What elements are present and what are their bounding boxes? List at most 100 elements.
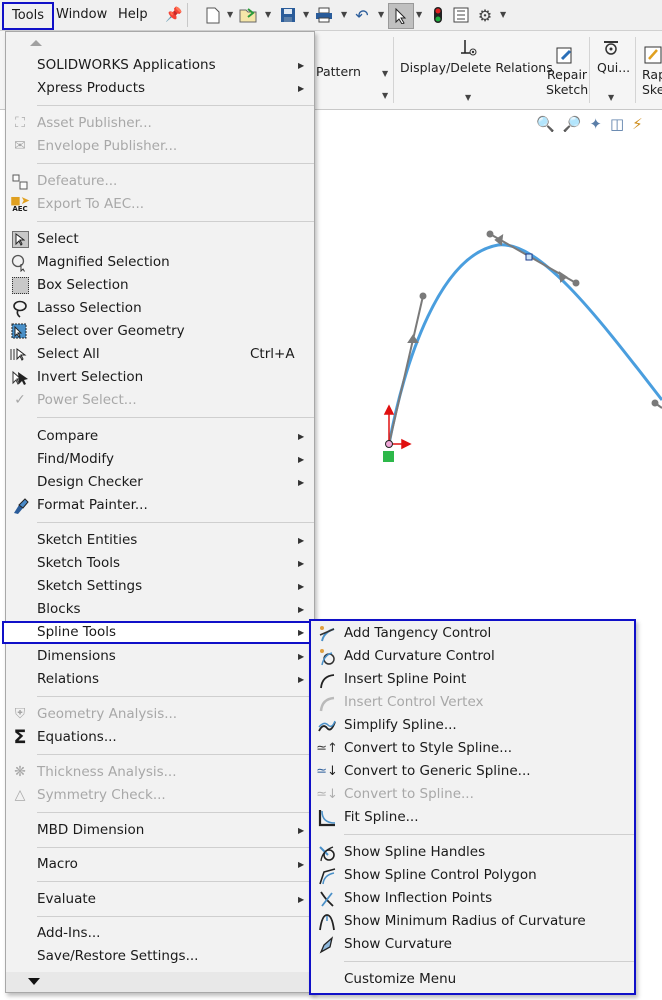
submenu-item-customize-menu[interactable]: Customize Menu (311, 968, 634, 991)
menu-item-label: Lasso Selection (37, 300, 142, 316)
spline-tools-submenu: Add Tangency Control Add Curvature Contr… (309, 619, 636, 995)
menu-item-asset-publisher[interactable]: ⛶ Asset Publisher... (6, 112, 314, 135)
menu-separator (37, 417, 314, 418)
menu-item-label: Thickness Analysis... (37, 764, 177, 780)
submenu-arrow-icon: ▶ (298, 628, 305, 637)
menu-item-export-to-aec[interactable]: ■➤ AEC Export To AEC... (6, 193, 314, 216)
submenu-item-fit-spline[interactable]: Fit Spline... (311, 806, 634, 829)
thickness-analysis-icon: ❋ (14, 764, 26, 780)
menu-item-select[interactable]: Select (6, 228, 314, 251)
origin-fixed-marker (383, 451, 394, 462)
menu-item-sketch-settings[interactable]: Sketch Settings ▶ (6, 575, 314, 598)
submenu-arrow-icon: ▶ (298, 455, 305, 464)
submenu-item-show-spline-control-polygon[interactable]: Show Spline Control Polygon (311, 864, 634, 887)
scroll-up-arrow-icon[interactable] (30, 40, 42, 46)
menu-item-blocks[interactable]: Blocks ▶ (6, 598, 314, 621)
menu-item-label: Magnified Selection (37, 254, 170, 270)
submenu-item-show-minimum-radius[interactable]: Show Minimum Radius of Curvature (311, 910, 634, 933)
menu-item-label: Invert Selection (37, 369, 144, 385)
submenu-item-insert-spline-point[interactable]: Insert Spline Point (311, 668, 634, 691)
box-selection-icon (10, 276, 30, 295)
format-painter-icon (10, 496, 30, 515)
menu-item-design-checker[interactable]: Design Checker ▶ (6, 471, 314, 494)
submenu-separator (344, 834, 634, 835)
symmetry-check-icon: △ (14, 787, 26, 803)
menu-item-equations[interactable]: Σ Equations... (6, 726, 314, 749)
menu-item-label: Xpress Products (37, 80, 146, 96)
menu-item-save-restore-settings[interactable]: Save/Restore Settings... (6, 945, 314, 968)
menu-item-xpress-products[interactable]: Xpress Products ▶ (6, 77, 314, 100)
menu-item-compare[interactable]: Compare ▶ (6, 425, 314, 448)
submenu-arrow-icon: ▶ (298, 559, 305, 568)
menu-item-label: Symmetry Check... (37, 787, 166, 803)
menu-item-evaluate[interactable]: Evaluate ▶ (6, 888, 314, 911)
submenu-item-show-spline-handles[interactable]: Show Spline Handles (311, 841, 634, 864)
menu-item-envelope-publisher[interactable]: ✉ Envelope Publisher... (6, 135, 314, 158)
invert-selection-icon (10, 368, 30, 387)
menu-item-select-all[interactable]: Select All Ctrl+A (6, 343, 314, 366)
spline-handle-start (388, 292, 427, 445)
menu-item-spline-tools[interactable]: Spline Tools ▶ (2, 621, 314, 644)
submenu-item-convert-to-spline[interactable]: ≃↓ Convert to Spline... (311, 783, 634, 806)
submenu-arrow-icon: ▶ (298, 860, 305, 869)
menu-item-sketch-tools[interactable]: Sketch Tools ▶ (6, 552, 314, 575)
submenu-item-label: Convert to Generic Spline... (344, 763, 531, 779)
spline-point (525, 253, 533, 261)
menu-item-thickness-analysis[interactable]: ❋ Thickness Analysis... (6, 761, 314, 784)
submenu-item-show-curvature[interactable]: Show Curvature (311, 933, 634, 956)
menu-item-label: Design Checker (37, 474, 143, 490)
show-control-polygon-icon (317, 866, 337, 885)
submenu-item-show-inflection-points[interactable]: Show Inflection Points (311, 887, 634, 910)
menu-item-symmetry-check[interactable]: △ Symmetry Check... (6, 784, 314, 807)
export-aec-icon: ■➤ AEC (10, 193, 30, 213)
menu-item-mbd-dimension[interactable]: MBD Dimension ▶ (6, 819, 314, 842)
menu-item-label: Equations... (37, 729, 117, 745)
submenu-item-convert-to-style-spline[interactable]: ≃↑ Convert to Style Spline... (311, 737, 634, 760)
menu-separator (37, 522, 314, 523)
select-all-icon (10, 345, 30, 364)
menu-item-box-selection[interactable]: Box Selection (6, 274, 314, 297)
menu-item-label: Relations (37, 671, 99, 687)
submenu-item-add-tangency-control[interactable]: Add Tangency Control (311, 622, 634, 645)
menu-item-lasso-selection[interactable]: Lasso Selection (6, 297, 314, 320)
insert-spline-point-icon (317, 670, 337, 689)
menu-item-find-modify[interactable]: Find/Modify ▶ (6, 448, 314, 471)
submenu-item-label: Insert Control Vertex (344, 694, 484, 710)
fit-spline-icon (317, 808, 337, 827)
magnified-selection-icon (10, 253, 30, 272)
menu-item-geometry-analysis[interactable]: ⛨ Geometry Analysis... (6, 703, 314, 726)
menu-item-defeature[interactable]: Defeature... (6, 170, 314, 193)
submenu-item-label: Simplify Spline... (344, 717, 457, 733)
submenu-item-convert-to-generic-spline[interactable]: ≃ ↓ Convert to Generic Spline... (311, 760, 634, 783)
menu-item-macro[interactable]: Macro ▶ (6, 853, 314, 876)
asset-publisher-icon: ⛶ (15, 115, 25, 131)
menu-item-label: Box Selection (37, 277, 129, 293)
menu-item-label: Add-Ins... (37, 925, 101, 941)
menu-item-sketch-entities[interactable]: Sketch Entities ▶ (6, 529, 314, 552)
submenu-item-add-curvature-control[interactable]: Add Curvature Control (311, 645, 634, 668)
submenu-item-label: Add Tangency Control (344, 625, 492, 641)
menu-item-solidworks-applications[interactable]: SOLIDWORKS Applications ▶ (6, 54, 314, 77)
convert-to-spline-icon: ≃↓ (316, 787, 338, 802)
submenu-item-simplify-spline[interactable]: Simplify Spline... (311, 714, 634, 737)
menu-item-select-over-geometry[interactable]: Select over Geometry (6, 320, 314, 343)
scroll-down-arrow-icon[interactable] (28, 978, 40, 985)
menu-item-dimensions[interactable]: Dimensions ▶ (6, 645, 314, 668)
menu-scroll-down[interactable] (6, 972, 314, 992)
submenu-item-insert-control-vertex[interactable]: Insert Control Vertex (311, 691, 634, 714)
submenu-item-label: Insert Spline Point (344, 671, 467, 687)
menu-item-add-ins[interactable]: Add-Ins... (6, 922, 314, 945)
menu-separator (37, 847, 314, 848)
submenu-arrow-icon: ▶ (298, 432, 305, 441)
submenu-arrow-icon: ▶ (298, 536, 305, 545)
menu-item-label: Asset Publisher... (37, 115, 152, 131)
menu-item-invert-selection[interactable]: Invert Selection (6, 366, 314, 389)
menu-item-power-select[interactable]: ✓ Power Select... (6, 389, 314, 412)
menu-item-magnified-selection[interactable]: Magnified Selection (6, 251, 314, 274)
submenu-item-label: Show Minimum Radius of Curvature (344, 913, 586, 929)
menu-item-label: Blocks (37, 601, 81, 617)
submenu-arrow-icon: ▶ (298, 895, 305, 904)
menu-item-relations[interactable]: Relations ▶ (6, 668, 314, 691)
submenu-item-label: Show Curvature (344, 936, 452, 952)
menu-item-format-painter[interactable]: Format Painter... (6, 494, 314, 517)
